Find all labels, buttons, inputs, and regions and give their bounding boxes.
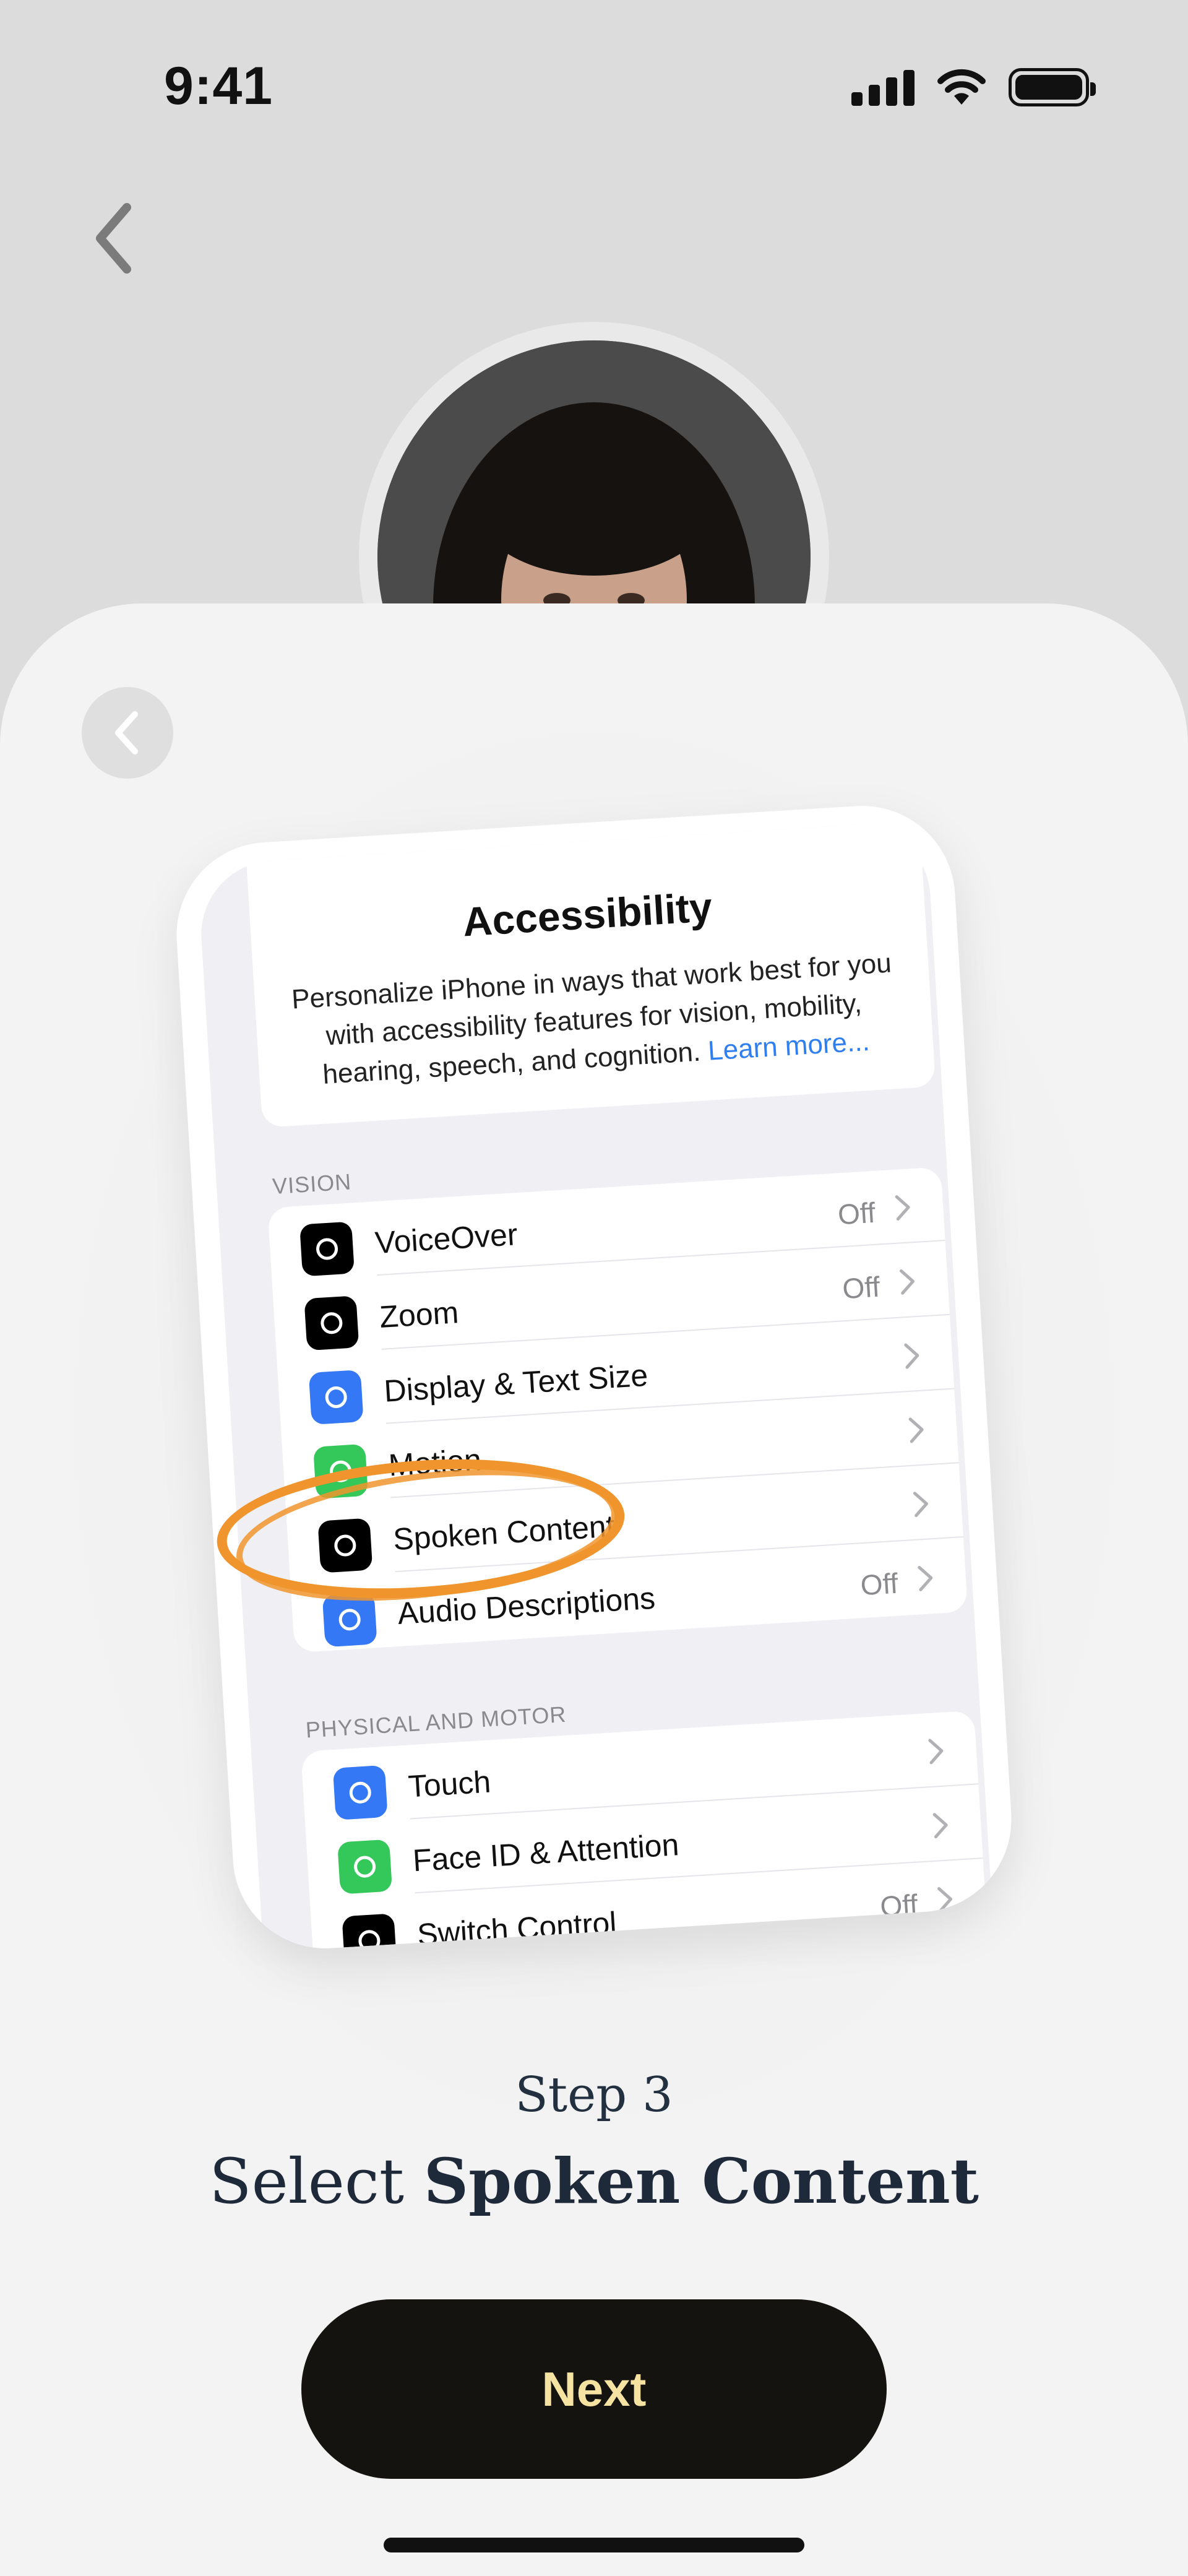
chevron-right-icon [932,1813,948,1839]
settings-row-label: VoiceOver [374,1217,519,1261]
instruction-prefix: Select [209,2145,405,2218]
home-indicator [384,2538,804,2552]
face-id-icon [337,1839,393,1895]
chevron-right-icon [908,1417,924,1443]
status-icons [851,64,1096,110]
settings-row-label: Face ID & Attention [411,1827,680,1878]
instruction-heading: Select Spoken Content [0,2145,1188,2218]
instruction-emphasis: Spoken Content [423,2145,979,2218]
step-label: Step 3 [515,2067,673,2123]
settings-row-value: Off [837,1196,877,1231]
settings-row-label: Display & Text Size [383,1357,649,1409]
settings-row-value: Off [859,1567,899,1602]
zoom-icon [304,1295,359,1351]
sheet-back-button[interactable] [82,687,173,779]
physical-section-header: PHYSICAL AND MOTOR [304,1701,567,1743]
settings-row-label: Zoom [378,1295,460,1334]
next-button[interactable]: Next [301,2299,887,2479]
back-chevron-icon[interactable] [87,198,142,279]
chevron-right-icon [918,1565,933,1591]
chevron-left-icon [115,711,138,754]
chevron-right-icon [899,1269,915,1295]
wifi-icon [937,69,986,105]
touch-icon [332,1765,388,1820]
accessibility-screen: Accessibility Personalize iPhone in ways… [197,820,992,1953]
text-size-icon [308,1370,364,1425]
chevron-right-icon [928,1739,944,1765]
voiceover-icon [299,1221,355,1277]
learn-more-link: Learn more... [707,1026,871,1066]
settings-row-label: Touch [407,1764,492,1804]
accessibility-title: Accessibility [461,884,713,945]
cellular-signal-icon [851,69,915,106]
settings-row-value: Off [841,1270,881,1305]
phone-illustration: Accessibility Personalize iPhone in ways… [171,800,1017,1954]
battery-icon [1009,68,1096,106]
chevron-right-icon [913,1492,928,1518]
accessibility-header-card: Accessibility Personalize iPhone in ways… [246,821,936,1128]
chevron-right-icon [904,1343,919,1369]
status-time: 9:41 [164,56,273,116]
vision-section-header: VISION [271,1169,353,1199]
accessibility-description: Personalize iPhone in ways that work bes… [288,944,900,1096]
chevron-right-icon [895,1195,910,1221]
description-text: Personalize iPhone in ways that work bes… [290,948,893,1090]
